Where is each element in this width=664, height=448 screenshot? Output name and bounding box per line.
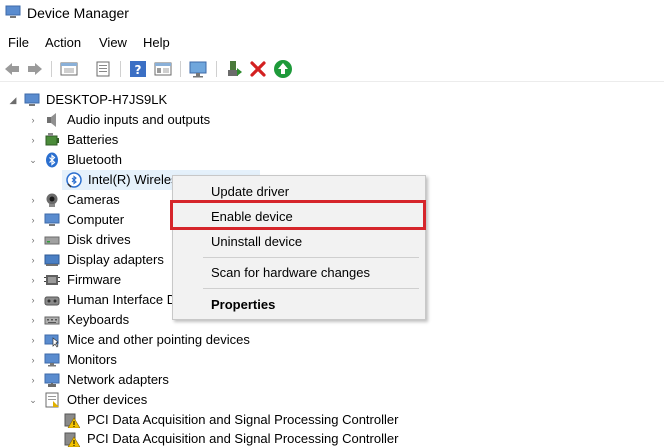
collapse-arrow-icon[interactable]: ◢ xyxy=(8,95,18,105)
display-adapter-icon xyxy=(44,254,60,266)
expand-arrow-icon[interactable]: › xyxy=(28,235,38,245)
expand-arrow-icon[interactable]: › xyxy=(28,195,38,205)
device-manager-icon xyxy=(5,5,21,18)
details-icon[interactable] xyxy=(153,59,173,79)
tree-item-label: Network adapters xyxy=(67,372,169,387)
tree-item-label: Bluetooth xyxy=(67,152,122,167)
menu-separator xyxy=(203,288,419,289)
hid-icon xyxy=(44,296,60,306)
context-menu: Update driver Enable device Uninstall de… xyxy=(172,175,426,320)
expand-arrow-icon[interactable]: › xyxy=(28,315,38,325)
tree-item-label: Disk drives xyxy=(67,232,131,247)
expand-arrow-icon[interactable]: › xyxy=(28,375,38,385)
menu-bar: File Action View Help xyxy=(0,32,664,52)
menu-file[interactable]: File xyxy=(8,35,29,50)
tree-item-label: Batteries xyxy=(67,132,119,147)
monitor-scan-icon[interactable] xyxy=(188,59,208,79)
computer-icon xyxy=(44,213,60,226)
tree-item-mice[interactable]: › Mice and other pointing devices xyxy=(0,330,300,350)
properties-pane-icon[interactable] xyxy=(59,59,79,79)
menu-help[interactable]: Help xyxy=(143,35,170,50)
expand-arrow-icon[interactable]: › xyxy=(28,355,38,365)
disk-icon xyxy=(44,236,60,245)
tree-item-network[interactable]: › Network adapters xyxy=(0,370,300,390)
menu-separator xyxy=(203,257,419,258)
menu-item-update-driver[interactable]: Update driver xyxy=(211,184,289,199)
back-icon[interactable] xyxy=(2,59,22,79)
network-icon xyxy=(44,373,60,387)
tree-item-label: Other devices xyxy=(67,392,148,407)
help-icon[interactable]: ? xyxy=(128,59,148,79)
bluetooth-device-icon xyxy=(66,172,82,188)
tree-root[interactable]: ◢ DESKTOP-H7JS9LK xyxy=(0,90,300,110)
tree-item-label: Monitors xyxy=(67,352,117,367)
expand-arrow-icon[interactable]: › xyxy=(28,215,38,225)
battery-icon xyxy=(45,133,59,146)
tree-item-label: Display adapters xyxy=(67,252,164,267)
tree-item-label: Audio inputs and outputs xyxy=(67,112,211,127)
expand-arrow-icon[interactable]: › xyxy=(28,255,38,265)
bluetooth-icon xyxy=(46,152,58,168)
speaker-icon xyxy=(47,113,56,127)
enable-icon[interactable] xyxy=(273,59,293,79)
tree-item-label: PCI Data Acquisition and Signal Processi… xyxy=(87,431,399,446)
tree-item-label: Human Interface D xyxy=(67,292,177,307)
update-driver-icon[interactable] xyxy=(224,59,244,79)
monitor-icon xyxy=(44,353,60,367)
toolbar: ? xyxy=(0,56,664,82)
mouse-icon xyxy=(44,334,59,348)
expand-arrow-icon[interactable]: › xyxy=(28,335,38,345)
forward-icon[interactable] xyxy=(25,59,45,79)
tree-item-batteries[interactable]: › Batteries xyxy=(0,130,300,150)
keyboard-icon xyxy=(44,316,60,325)
expand-arrow-icon[interactable]: › xyxy=(28,275,38,285)
tree-item-pci-2[interactable]: PCI Data Acquisition and Signal Processi… xyxy=(0,429,420,448)
expand-arrow-icon[interactable]: › xyxy=(28,295,38,305)
expand-arrow-icon[interactable]: › xyxy=(28,115,38,125)
collapse-arrow-icon[interactable]: ⌄ xyxy=(28,155,38,165)
menu-item-uninstall-device[interactable]: Uninstall device xyxy=(211,234,302,249)
tree-item-monitors[interactable]: › Monitors xyxy=(0,350,300,370)
tree-item-label: Cameras xyxy=(67,192,120,207)
firmware-icon xyxy=(44,275,60,285)
window-title: Device Manager xyxy=(27,5,129,21)
tree-item-label: Firmware xyxy=(67,272,122,287)
menu-view[interactable]: View xyxy=(99,35,127,50)
menu-item-properties[interactable]: Properties xyxy=(211,297,275,312)
highlight-box xyxy=(170,200,426,230)
tree-item-label: Computer xyxy=(67,212,125,227)
tree-item-audio[interactable]: › Audio inputs and outputs xyxy=(0,110,300,130)
menu-action[interactable]: Action xyxy=(45,35,81,50)
camera-icon xyxy=(46,193,58,207)
tree-item-label: PCI Data Acquisition and Signal Processi… xyxy=(87,412,399,427)
warning-device-icon xyxy=(64,432,80,447)
svg-text:?: ? xyxy=(135,63,142,77)
uninstall-icon[interactable] xyxy=(248,59,268,79)
computer-root-icon xyxy=(24,93,40,106)
other-devices-icon xyxy=(45,392,59,408)
tree-item-label: Keyboards xyxy=(67,312,130,327)
tree-item-label: Intel(R) Wireles xyxy=(88,172,178,187)
list-view-icon[interactable] xyxy=(93,59,113,79)
menu-item-scan-hardware[interactable]: Scan for hardware changes xyxy=(211,265,370,280)
tree-item-label: Mice and other pointing devices xyxy=(67,332,250,347)
tree-item-other-devices[interactable]: ⌄ Other devices xyxy=(0,390,300,410)
collapse-arrow-icon[interactable]: ⌄ xyxy=(28,395,38,405)
root-label: DESKTOP-H7JS9LK xyxy=(46,92,168,107)
title-bar: Device Manager xyxy=(0,0,664,28)
warning-device-icon xyxy=(64,413,80,428)
tree-item-bluetooth[interactable]: ⌄ Bluetooth xyxy=(0,150,300,170)
tree-item-pci-1[interactable]: PCI Data Acquisition and Signal Processi… xyxy=(0,410,420,430)
expand-arrow-icon[interactable]: › xyxy=(28,135,38,145)
